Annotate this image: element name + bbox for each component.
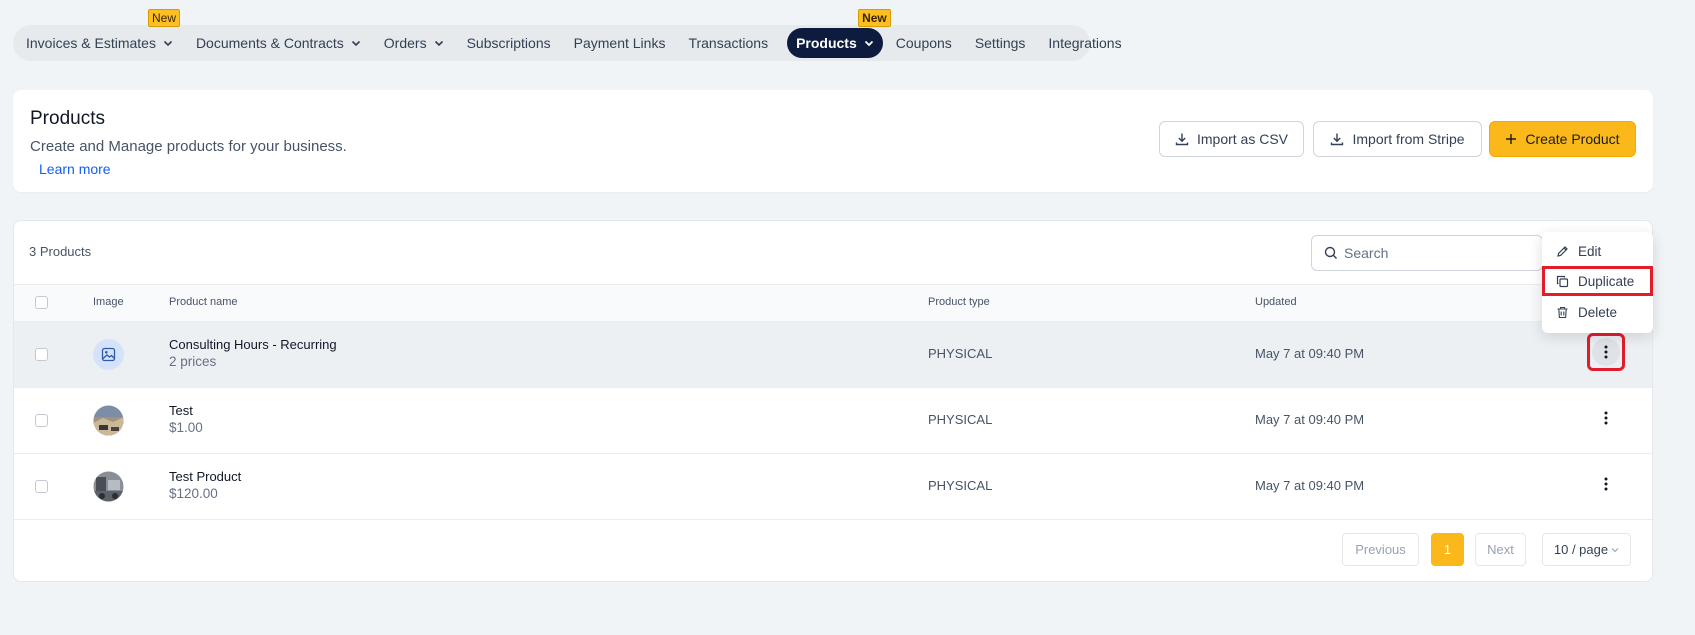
- nav-payment-links[interactable]: Payment Links: [574, 28, 676, 58]
- trash-icon: [1557, 306, 1568, 318]
- products-table-card: 3 Products Image Product name Product ty…: [13, 220, 1653, 582]
- row-actions-button[interactable]: [1587, 333, 1625, 371]
- chevron-down-icon: [864, 40, 873, 47]
- column-header-name: Product name: [169, 296, 238, 308]
- product-type: PHYSICAL: [928, 346, 993, 361]
- menu-item-duplicate[interactable]: Duplicate: [1542, 266, 1653, 296]
- product-updated: May 7 at 09:40 PM: [1255, 478, 1365, 493]
- nav-label: Transactions: [688, 35, 769, 51]
- nav-orders[interactable]: Orders: [384, 28, 454, 58]
- row-checkbox[interactable]: [35, 414, 48, 427]
- product-count: 3 Products: [29, 244, 92, 259]
- nav-label: Settings: [974, 35, 1026, 51]
- more-vertical-icon: [1604, 477, 1608, 491]
- next-page-button[interactable]: Next: [1475, 533, 1526, 566]
- nav-label: Subscriptions: [466, 35, 551, 51]
- nav-label: Products: [796, 35, 857, 51]
- copy-icon: [1556, 275, 1569, 287]
- more-vertical-icon: [1604, 345, 1608, 359]
- new-badge: New: [858, 9, 891, 27]
- nav-label: Invoices & Estimates: [26, 35, 156, 51]
- column-header-type: Product type: [928, 296, 990, 308]
- product-name[interactable]: Test: [169, 403, 193, 418]
- products-header-card: Products Create and Manage products for …: [13, 90, 1653, 192]
- product-price-info: 2 prices: [169, 354, 217, 369]
- create-product-button[interactable]: Create Product: [1489, 121, 1636, 157]
- nav-settings[interactable]: Settings: [975, 28, 1036, 58]
- product-photo: [93, 405, 124, 436]
- menu-item-label: Edit: [1578, 243, 1602, 259]
- chevron-down-icon: [1611, 547, 1619, 552]
- search-icon: [1324, 246, 1337, 259]
- learn-more-link[interactable]: Learn more: [39, 161, 111, 177]
- product-type: PHYSICAL: [928, 412, 993, 427]
- more-vertical-icon: [1604, 411, 1608, 425]
- select-all-checkbox[interactable]: [35, 296, 48, 309]
- row-checkbox[interactable]: [35, 348, 48, 361]
- row-checkbox[interactable]: [35, 480, 48, 493]
- new-badge: New: [148, 9, 181, 27]
- row-actions-menu: Edit Duplicate Delete: [1542, 232, 1653, 333]
- nav-subscriptions[interactable]: Subscriptions: [467, 28, 561, 58]
- import-stripe-button[interactable]: Import from Stripe: [1313, 121, 1482, 157]
- row-actions-button[interactable]: [1587, 399, 1625, 437]
- product-name[interactable]: Consulting Hours - Recurring: [169, 337, 337, 352]
- product-name[interactable]: Test Product: [169, 469, 241, 484]
- table-row[interactable]: Consulting Hours - Recurring 2 prices PH…: [14, 322, 1652, 388]
- product-type: PHYSICAL: [928, 478, 993, 493]
- nav-transactions[interactable]: Transactions: [688, 28, 778, 58]
- import-stripe-label: Import from Stripe: [1352, 131, 1465, 147]
- table-header: Image Product name Product type Updated: [14, 284, 1652, 322]
- import-csv-label: Import as CSV: [1196, 131, 1289, 147]
- nav-products[interactable]: Products New: [787, 9, 891, 58]
- product-photo: [93, 471, 124, 502]
- menu-item-delete[interactable]: Delete: [1542, 297, 1653, 327]
- menu-item-label: Duplicate: [1578, 273, 1635, 289]
- page-subtitle: Create and Manage products for your busi…: [30, 138, 347, 155]
- search-input[interactable]: [1344, 245, 1524, 261]
- table-row[interactable]: Test Product $120.00 PHYSICAL May 7 at 0…: [14, 454, 1652, 520]
- product-price-info: $1.00: [169, 420, 203, 435]
- download-icon: [1331, 133, 1344, 146]
- row-actions-button[interactable]: [1587, 465, 1625, 503]
- product-price-info: $120.00: [169, 486, 218, 501]
- page-title: Products: [30, 108, 105, 129]
- import-csv-button[interactable]: Import as CSV: [1159, 121, 1304, 157]
- column-header-updated: Updated: [1255, 296, 1297, 308]
- top-nav: Invoices & Estimates New Documents & Con…: [13, 9, 1122, 61]
- nav-invoices-estimates[interactable]: Invoices & Estimates New: [26, 9, 183, 58]
- menu-item-edit[interactable]: Edit: [1542, 236, 1653, 266]
- nav-documents-contracts[interactable]: Documents & Contracts: [196, 28, 371, 58]
- search-field[interactable]: [1311, 235, 1543, 271]
- chevron-down-icon: [163, 40, 173, 47]
- page-size-select[interactable]: 10 / page: [1542, 533, 1631, 566]
- download-icon: [1175, 133, 1189, 146]
- nav-label: Coupons: [895, 35, 952, 51]
- nav-integrations[interactable]: Integrations: [1048, 28, 1131, 58]
- nav-coupons[interactable]: Coupons: [896, 28, 962, 58]
- chevron-down-icon: [434, 40, 443, 47]
- nav-label: Documents & Contracts: [195, 35, 344, 51]
- image-placeholder-icon: [93, 339, 124, 370]
- table-row[interactable]: Test $1.00 PHYSICAL May 7 at 09:40 PM: [14, 388, 1652, 454]
- product-updated: May 7 at 09:40 PM: [1255, 346, 1365, 361]
- menu-item-label: Delete: [1578, 304, 1618, 320]
- previous-page-button[interactable]: Previous: [1342, 533, 1419, 566]
- nav-label: Integrations: [1048, 35, 1122, 51]
- pencil-icon: [1557, 245, 1568, 257]
- create-product-label: Create Product: [1525, 131, 1620, 147]
- page-size-label: 10 / page: [1553, 542, 1609, 557]
- product-updated: May 7 at 09:40 PM: [1255, 412, 1365, 427]
- page-1-button[interactable]: 1: [1431, 533, 1464, 566]
- column-header-image: Image: [93, 296, 124, 308]
- plus-icon: [1506, 134, 1517, 144]
- nav-label: Payment Links: [573, 35, 666, 51]
- nav-label: Orders: [383, 35, 427, 51]
- chevron-down-icon: [351, 40, 360, 47]
